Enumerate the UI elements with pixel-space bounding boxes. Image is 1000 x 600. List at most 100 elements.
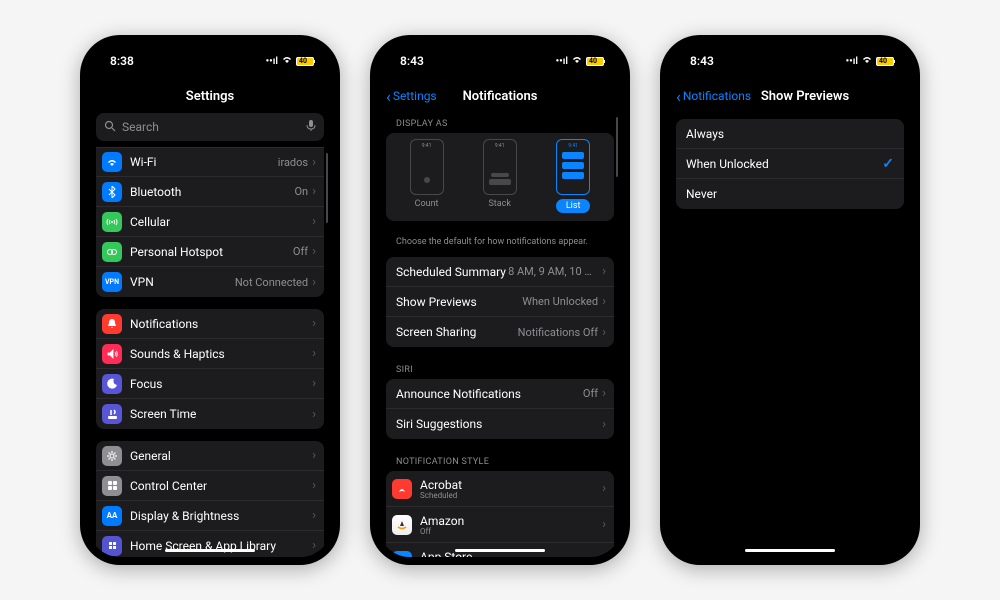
option-label: Always [686, 127, 724, 141]
chevron-right-icon: › [602, 264, 606, 279]
settings-row-screentime[interactable]: Screen Time › [96, 399, 324, 429]
settings-row-control-center[interactable]: Control Center › [96, 471, 324, 501]
chevron-right-icon: › [312, 508, 316, 523]
display-option-stack[interactable]: 9:41 Stack [483, 139, 517, 213]
status-time: 8:43 [690, 54, 714, 68]
phone-preview-icon: 9:41 [410, 139, 444, 195]
back-label: Settings [393, 89, 437, 103]
chevron-right-icon: › [602, 325, 606, 340]
row-label: Screen Sharing [392, 325, 518, 339]
notch [165, 43, 255, 65]
signal-icon: ••ıl [556, 56, 568, 67]
nav-header: ‹ Notifications Show Previews [668, 79, 912, 113]
wifi-status-icon [571, 55, 583, 67]
row-value: 8 AM, 9 AM, 10 A… [508, 265, 598, 278]
search-input[interactable]: Search [96, 113, 324, 141]
option-label: Count [415, 199, 439, 209]
row-label: Notifications [130, 317, 312, 331]
chevron-right-icon: › [312, 448, 316, 463]
notifications-icon [102, 314, 122, 334]
chevron-right-icon: › [602, 386, 606, 401]
chevron-right-icon: › [602, 481, 606, 496]
row-label: Sounds & Haptics [130, 347, 312, 361]
home-indicator[interactable] [455, 549, 545, 552]
section-header-style: NOTIFICATION STYLE [386, 451, 614, 471]
row-value: Off [583, 387, 598, 400]
back-button[interactable]: ‹ Notifications [676, 87, 751, 106]
option-always[interactable]: Always [676, 119, 904, 149]
page-title: Notifications [463, 89, 538, 104]
row-label: Scheduled Summary [392, 265, 508, 279]
scrollbar[interactable] [616, 117, 618, 177]
settings-row-vpn[interactable]: VPN VPN Not Connected › [96, 267, 324, 297]
app-row-acrobat[interactable]: Acrobat Scheduled › [386, 471, 614, 507]
settings-row-display[interactable]: AA Display & Brightness › [96, 501, 324, 531]
chevron-left-icon: ‹ [386, 87, 391, 106]
scrollbar[interactable] [326, 153, 328, 223]
settings-row-cellular[interactable]: Cellular › [96, 207, 324, 237]
screentime-icon [102, 404, 122, 424]
row-value: Off [293, 245, 308, 258]
focus-icon [102, 374, 122, 394]
back-button[interactable]: ‹ Settings [386, 87, 437, 106]
display-option-count[interactable]: 9:41 Count [410, 139, 444, 213]
settings-row-bluetooth[interactable]: Bluetooth On › [96, 177, 324, 207]
status-time: 8:43 [400, 54, 424, 68]
chevron-right-icon: › [312, 184, 316, 199]
settings-row-notifications[interactable]: Notifications › [96, 309, 324, 339]
chevron-right-icon: › [312, 244, 316, 259]
row-show-previews[interactable]: Show Previews When Unlocked › [386, 287, 614, 317]
nav-header: ‹ Settings Notifications [378, 79, 622, 113]
status-time: 8:38 [110, 54, 134, 68]
option-when-unlocked[interactable]: When Unlocked ✓ [676, 149, 904, 179]
display-icon: AA [102, 506, 122, 526]
nav-header: Settings [88, 79, 332, 113]
row-scheduled-summary[interactable]: Scheduled Summary 8 AM, 9 AM, 10 A… › [386, 257, 614, 287]
chevron-right-icon: › [312, 407, 316, 422]
display-caption: Choose the default for how notifications… [386, 233, 614, 257]
chevron-right-icon: › [312, 538, 316, 553]
home-indicator[interactable] [745, 549, 835, 552]
chevron-right-icon: › [312, 316, 316, 331]
chevron-left-icon: ‹ [676, 87, 681, 106]
row-siri-suggestions[interactable]: Siri Suggestions › [386, 409, 614, 439]
row-screen-sharing[interactable]: Screen Sharing Notifications Off › [386, 317, 614, 347]
chevron-right-icon: › [312, 478, 316, 493]
display-option-list[interactable]: 9:41 List [556, 139, 591, 213]
row-sublabel: Off [420, 527, 602, 536]
cellular-icon [102, 212, 122, 232]
phone-preview-icon: 9:41 [556, 139, 590, 195]
row-label: Screen Time [130, 407, 312, 421]
settings-row-wifi[interactable]: Wi-Fi irados › [96, 147, 324, 177]
row-label: VPN [130, 275, 235, 289]
app-row-amazon[interactable]: Amazon Off › [386, 507, 614, 543]
row-label: Control Center [130, 479, 312, 493]
row-label: Acrobat [420, 478, 602, 492]
chevron-right-icon: › [312, 376, 316, 391]
notch [455, 43, 545, 65]
settings-row-focus[interactable]: Focus › [96, 369, 324, 399]
wifi-icon [102, 152, 122, 172]
home-indicator[interactable] [165, 549, 255, 552]
option-label: Never [686, 187, 717, 201]
row-label: Personal Hotspot [130, 245, 293, 259]
settings-row-sounds[interactable]: Sounds & Haptics › [96, 339, 324, 369]
section-header-display-as: DISPLAY AS [386, 113, 614, 133]
option-never[interactable]: Never [676, 179, 904, 209]
phone-mockup-notifications: 8:43 ••ıl 40 ‹ Settings Notifications DI… [370, 35, 630, 565]
page-title: Show Previews [761, 89, 849, 104]
wifi-status-icon [861, 55, 873, 67]
back-label: Notifications [683, 89, 751, 103]
row-label: Focus [130, 377, 312, 391]
settings-row-hotspot[interactable]: Personal Hotspot Off › [96, 237, 324, 267]
settings-row-general[interactable]: General › [96, 441, 324, 471]
mic-icon[interactable] [306, 119, 316, 135]
wifi-status-icon [281, 55, 293, 67]
app-icon [392, 515, 412, 535]
row-announce-notifications[interactable]: Announce Notifications Off › [386, 379, 614, 409]
settings-row-homescreen[interactable]: Home Screen & App Library › [96, 531, 324, 557]
app-icon [392, 479, 412, 499]
option-label: List [556, 199, 591, 213]
signal-icon: ••ıl [266, 56, 278, 67]
chevron-right-icon: › [312, 346, 316, 361]
